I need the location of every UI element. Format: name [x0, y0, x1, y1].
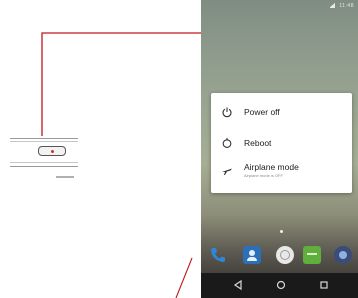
- power-menu-dialog: Power off Reboot Airplane mode Airplane …: [211, 93, 352, 193]
- phone-icon[interactable]: [209, 246, 227, 264]
- status-bar: 11:48: [329, 3, 354, 9]
- page-indicator: [280, 230, 283, 233]
- reboot-icon: [222, 138, 232, 148]
- device-edge: [10, 138, 78, 139]
- device-side-illustration: [10, 128, 80, 188]
- menu-item-label: Power off: [244, 107, 280, 117]
- navigation-bar: [201, 273, 358, 298]
- status-time: 11:48: [339, 3, 354, 9]
- contacts-icon[interactable]: [243, 246, 261, 264]
- browser-icon[interactable]: [276, 246, 294, 264]
- menu-item-label: Airplane mode: [244, 162, 299, 172]
- callout-line-bottom: [175, 257, 193, 298]
- power-icon: [222, 107, 232, 118]
- home-icon[interactable]: [273, 278, 289, 292]
- back-icon[interactable]: [230, 278, 246, 292]
- power-button-marker: [51, 150, 54, 153]
- airplane-icon: [222, 168, 232, 175]
- menu-item-sublabel: Airplane mode is OFF: [244, 173, 283, 178]
- menu-item-power-off[interactable]: Power off: [211, 99, 352, 127]
- device-edge: [10, 166, 78, 167]
- recents-icon[interactable]: [316, 278, 332, 292]
- phone-screen: 11:48 Power off Reboot Airplane mode Air…: [201, 0, 358, 298]
- menu-item-label: Reboot: [244, 138, 272, 148]
- device-edge: [10, 162, 78, 163]
- app-dock: [201, 239, 358, 269]
- device-edge: [10, 141, 78, 142]
- menu-item-airplane-mode[interactable]: Airplane mode Airplane mode is OFF: [211, 156, 352, 184]
- menu-item-reboot[interactable]: Reboot: [211, 130, 352, 158]
- device-notch: [56, 176, 74, 178]
- camera-icon[interactable]: [334, 246, 352, 264]
- side-power-button: [38, 146, 66, 156]
- messaging-icon[interactable]: [303, 246, 321, 264]
- signal-icon: [329, 3, 336, 9]
